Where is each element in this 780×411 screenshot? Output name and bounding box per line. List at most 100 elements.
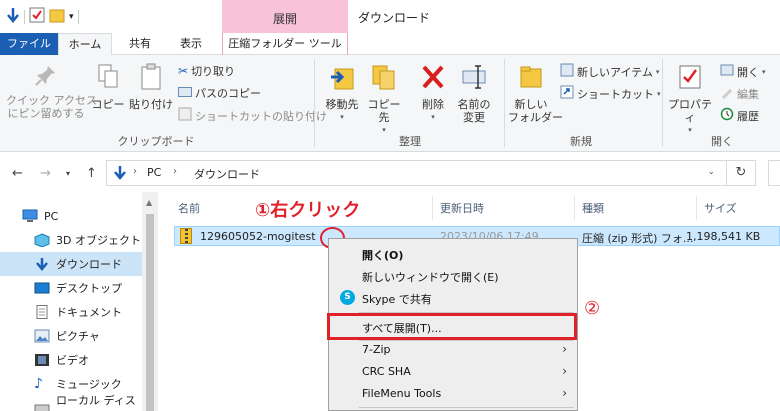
move-to-icon: [320, 63, 364, 94]
arrow-down-icon[interactable]: [6, 7, 20, 26]
rename-icon: [452, 63, 496, 94]
nav-item-documents[interactable]: ドキュメント: [0, 300, 142, 324]
chevron-down-icon[interactable]: ▾: [69, 12, 74, 22]
edit-label: 編集: [737, 87, 759, 101]
menu-item-open[interactable]: 開く(O): [329, 243, 577, 265]
breadcrumb-chevron-icon[interactable]: ›: [173, 166, 177, 177]
breadcrumb-chevron-icon[interactable]: ›: [133, 166, 137, 177]
cube-icon: [34, 233, 50, 248]
menu-item-filemenu-tools[interactable]: FileMenu Tools ›: [329, 383, 577, 405]
chevron-right-icon: ›: [562, 364, 567, 378]
nav-item-3d-objects[interactable]: 3D オブジェクト: [0, 228, 142, 252]
shortcut-icon: [560, 85, 574, 102]
history-button[interactable]: 履歴: [720, 107, 759, 124]
nav-item-downloads[interactable]: ダウンロード: [0, 252, 142, 276]
new-item-button[interactable]: 新しいアイテム ▾: [560, 63, 659, 80]
properties-button[interactable]: プロパティ ▾: [666, 63, 714, 137]
column-header-name[interactable]: 名前: [178, 200, 200, 216]
nav-label: ドキュメント: [56, 306, 122, 319]
delete-button[interactable]: 削除 ▾: [414, 63, 452, 124]
tab-file[interactable]: ファイル: [0, 33, 58, 55]
tab-compressed-folder-tools[interactable]: 圧縮フォルダー ツール: [222, 33, 348, 55]
paste-shortcut-label: ショートカットの貼り付け: [195, 109, 327, 123]
copy-path-button[interactable]: パスのコピー: [178, 85, 261, 101]
menu-separator: [359, 407, 574, 408]
paste-label: 貼り付け: [129, 98, 173, 111]
menu-item-7zip[interactable]: 7-Zip ›: [329, 339, 577, 361]
nav-label: デスクトップ: [56, 282, 122, 295]
copy-button[interactable]: コピー: [90, 63, 126, 111]
menu-label: CRC SHA: [362, 365, 411, 378]
paste-button[interactable]: 貼り付け: [128, 63, 174, 111]
nav-item-desktop[interactable]: デスクトップ: [0, 276, 142, 300]
menu-item-crc-sha[interactable]: CRC SHA ›: [329, 361, 577, 383]
column-divider[interactable]: [432, 196, 433, 220]
paste-shortcut-button[interactable]: ショートカットの貼り付け: [178, 107, 327, 124]
video-icon: [34, 353, 50, 367]
column-header-size[interactable]: サイズ: [704, 200, 737, 216]
nav-label: ピクチャ: [56, 330, 100, 343]
address-dropdown-icon[interactable]: ⌄: [707, 167, 715, 177]
refresh-icon: ↻: [735, 165, 747, 180]
rename-button[interactable]: 名前の 変更: [452, 63, 496, 124]
breadcrumb-current[interactable]: ダウンロード: [194, 166, 260, 182]
file-type: 圧縮 (zip 形式) フォ...: [582, 232, 694, 245]
nav-label: PC: [44, 209, 59, 223]
menu-item-open-new-window[interactable]: 新しいウィンドウで開く(E): [329, 265, 577, 287]
menu-label: Skype で共有: [362, 293, 432, 306]
column-header-type[interactable]: 種類: [582, 200, 604, 216]
nav-label: ミュージック: [56, 378, 122, 391]
nav-item-pictures[interactable]: ピクチャ: [0, 324, 142, 348]
column-header-date[interactable]: 更新日時: [440, 200, 484, 216]
nav-item-local-disk[interactable]: ローカル ディスク (C: [0, 394, 142, 411]
copy-path-label: パスのコピー: [195, 87, 261, 100]
copy-to-button[interactable]: コピー先 ▾: [364, 63, 404, 137]
new-group-label: 新規: [570, 135, 592, 148]
file-name[interactable]: 129605052-mogitest: [200, 230, 316, 243]
refresh-button[interactable]: ↻: [726, 160, 756, 186]
pin-label: クイック アクセス にピン留めする: [6, 94, 97, 120]
menu-item-skype-share[interactable]: S Skype で共有: [329, 287, 577, 309]
new-folder-label: 新しい フォルダー: [508, 98, 563, 124]
nav-scrollbar[interactable]: ▲: [142, 192, 158, 411]
search-input[interactable]: [768, 160, 780, 186]
open-button[interactable]: 開く ▾: [720, 63, 766, 80]
menu-label: 開く(O): [362, 249, 404, 262]
back-arrow-icon[interactable]: ←: [12, 166, 23, 181]
copy-to-label: コピー先: [367, 98, 401, 124]
breadcrumb-pc[interactable]: PC: [147, 166, 161, 179]
rename-label: 名前の 変更: [457, 98, 491, 124]
menu-label: 7-Zip: [362, 343, 391, 356]
tab-share[interactable]: 共有: [118, 33, 162, 55]
history-label: 履歴: [737, 109, 759, 123]
column-divider[interactable]: [696, 196, 697, 220]
new-item-icon: [560, 63, 574, 80]
forward-arrow-icon[interactable]: →: [40, 166, 51, 181]
desktop-icon: [34, 281, 50, 295]
column-divider[interactable]: [574, 196, 575, 220]
cut-button[interactable]: ✂ 切り取り: [178, 63, 235, 79]
new-folder-icon[interactable]: [49, 7, 65, 26]
disk-icon: [34, 401, 50, 411]
nav-item-videos[interactable]: ビデオ: [0, 348, 142, 372]
new-folder-button[interactable]: 新しい フォルダー: [508, 63, 563, 124]
scroll-up-icon[interactable]: ▲: [146, 198, 152, 207]
move-to-button[interactable]: 移動先 ▾: [320, 63, 364, 124]
annotation-step2: ②: [584, 298, 601, 319]
edit-button[interactable]: 編集: [720, 85, 759, 102]
recent-chevron-icon[interactable]: ▾: [66, 169, 70, 178]
pin-quick-access-button[interactable]: クイック アクセス にピン留めする: [6, 63, 97, 120]
tab-home[interactable]: ホーム: [58, 33, 112, 56]
tab-view[interactable]: 表示: [168, 33, 214, 55]
file-size: 1,198,541 KB: [686, 230, 761, 243]
properties-check-icon[interactable]: [29, 7, 45, 26]
easy-access-button[interactable]: ショートカット ▾: [560, 85, 661, 102]
open-icon: [720, 63, 734, 80]
group-divider: [662, 59, 663, 147]
paste-shortcut-icon: [178, 107, 192, 124]
address-bar[interactable]: › PC › ダウンロード ⌄: [106, 160, 756, 186]
annotation-highlight-box: [327, 313, 577, 340]
nav-item-pc[interactable]: PC: [0, 204, 142, 228]
scrollbar-thumb[interactable]: [146, 214, 154, 411]
up-arrow-icon[interactable]: ↑: [86, 166, 97, 181]
